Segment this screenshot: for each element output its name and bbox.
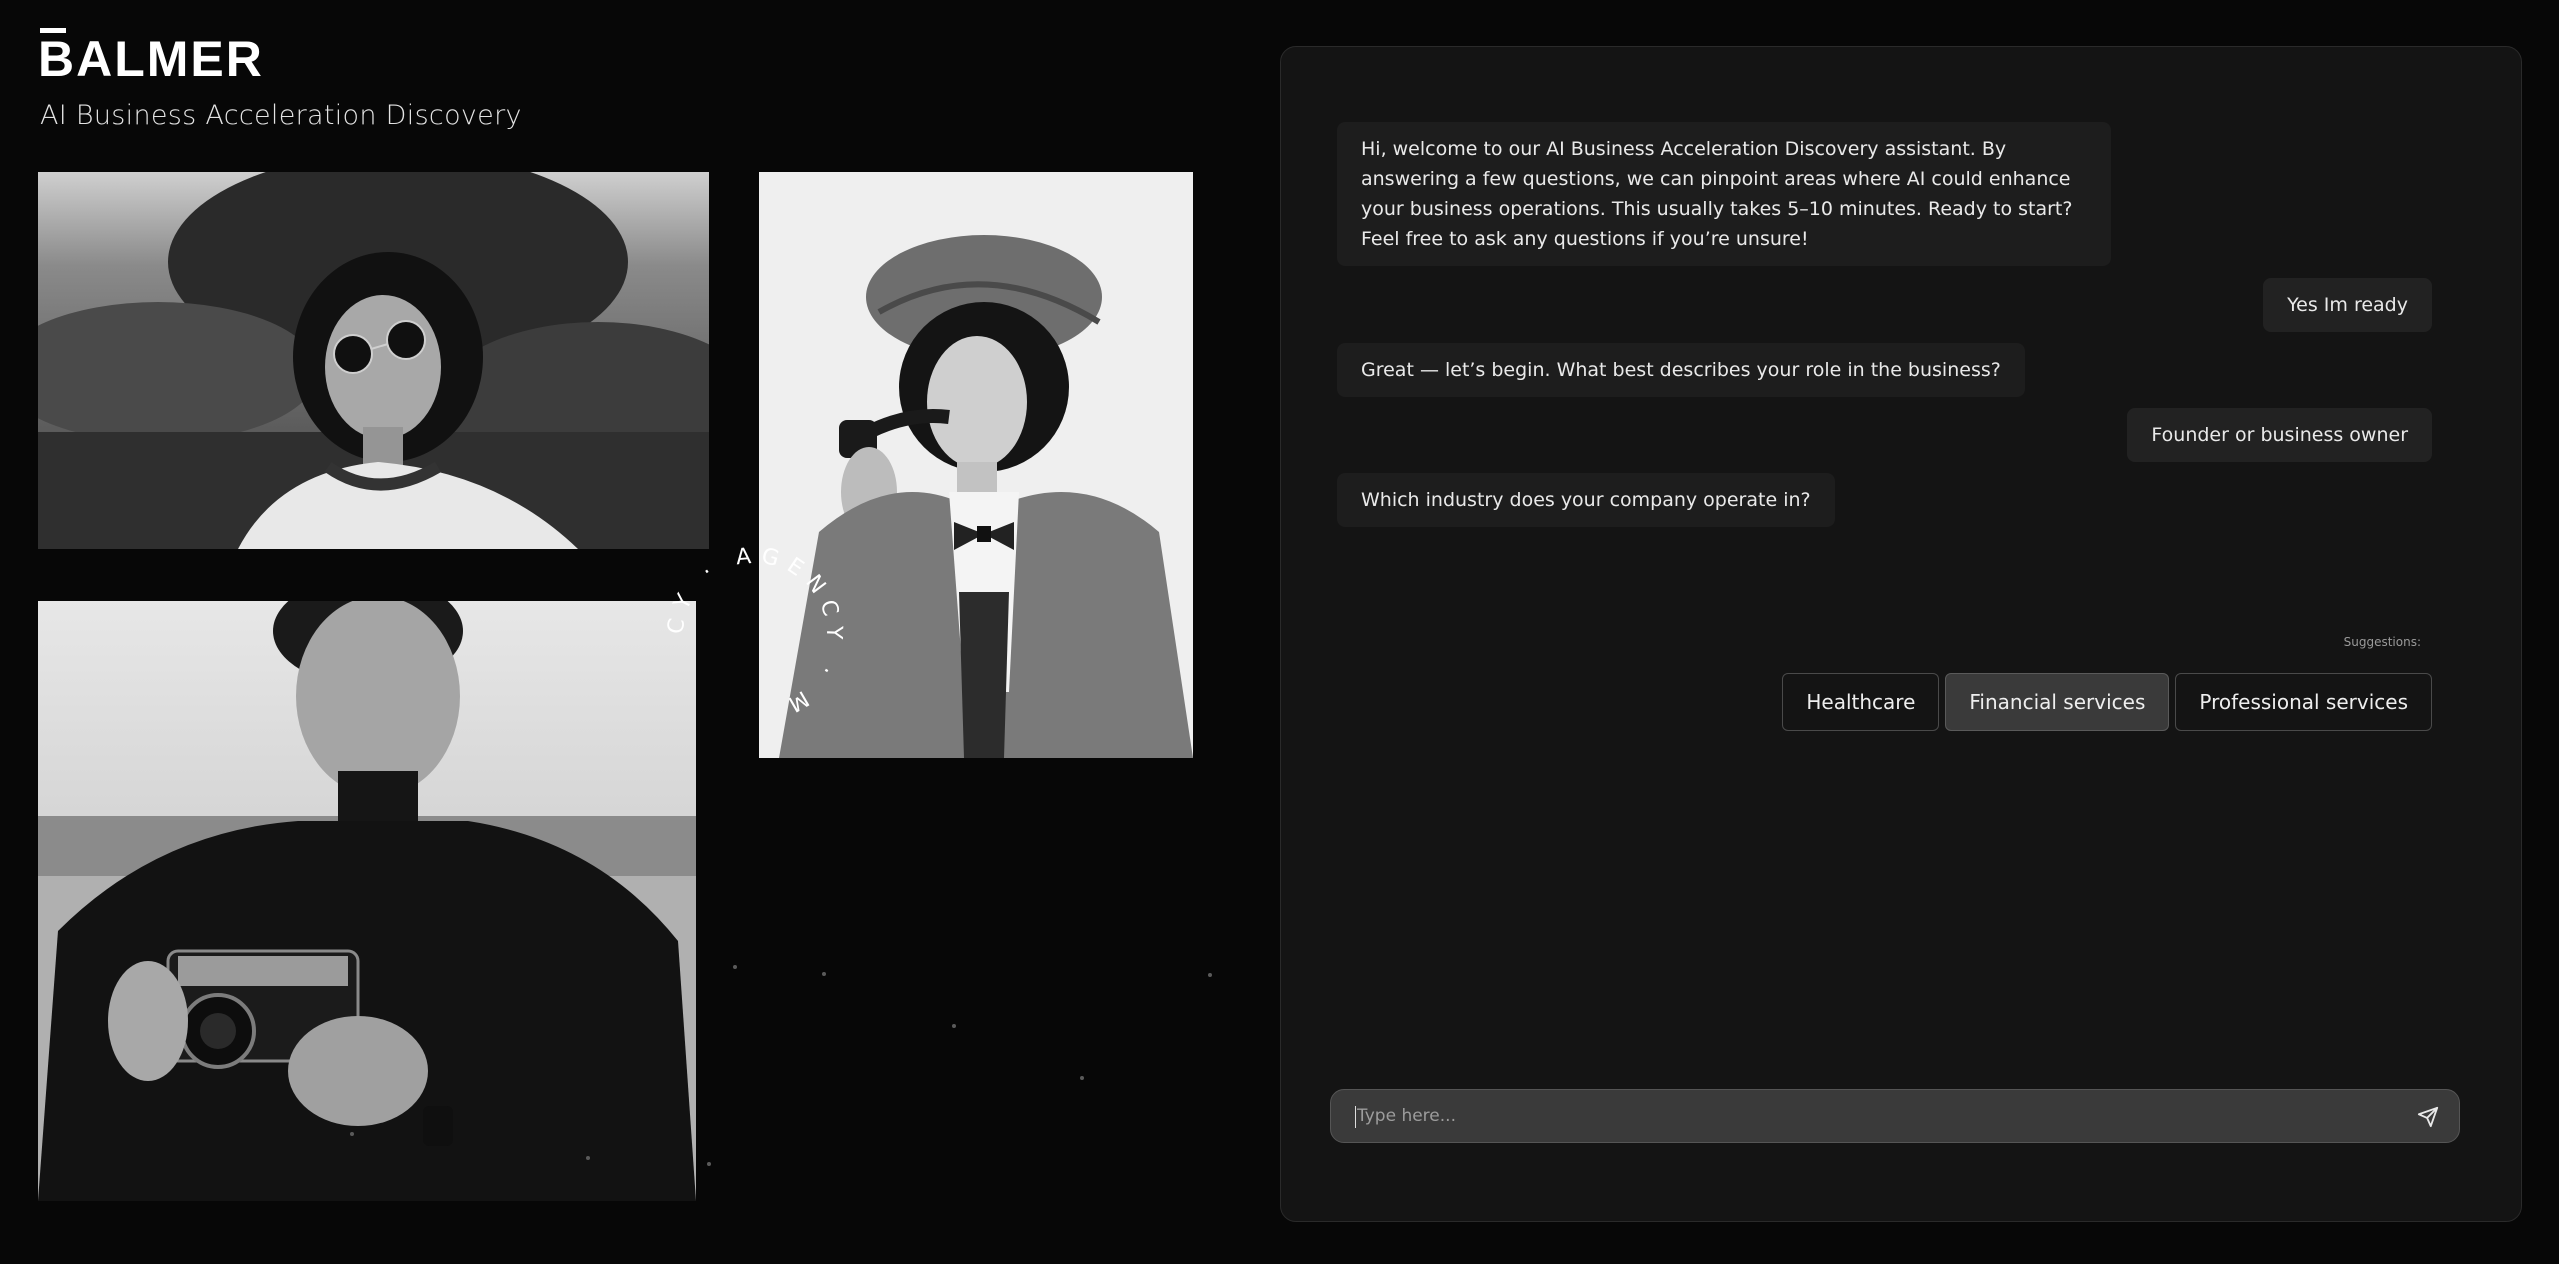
ring-text: CY · AGENCY · M — [663, 543, 837, 720]
suggestion-chip-professional-services[interactable]: Professional services — [2175, 673, 2432, 731]
brand-name: BALMER — [38, 31, 264, 87]
particle-dot — [822, 972, 826, 976]
particle-dot — [350, 1132, 354, 1136]
send-icon — [2417, 1106, 2439, 1128]
particle-dot — [586, 1156, 590, 1160]
chat-panel: Hi, welcome to our AI Business Accelerat… — [1280, 46, 2522, 1222]
assistant-message: Which industry does your company operate… — [1337, 473, 1835, 527]
message-input[interactable] — [1355, 1090, 2375, 1142]
suggestion-chip-healthcare[interactable]: Healthcare — [1782, 673, 1940, 731]
particle-dot — [1080, 1076, 1084, 1080]
assistant-message: Great — let’s begin. What best describes… — [1337, 343, 2025, 397]
assistant-message: Hi, welcome to our AI Business Accelerat… — [1337, 122, 2111, 266]
particle-dot — [733, 965, 737, 969]
particle-dot — [707, 1162, 711, 1166]
send-button[interactable] — [2413, 1102, 2443, 1132]
agency-ring-text: CY · AGENCY · M — [663, 543, 846, 720]
brand-logo: BALMER — [38, 28, 268, 87]
suggestion-chip-financial-services[interactable]: Financial services — [1945, 673, 2170, 731]
message-input-bar — [1330, 1089, 2460, 1143]
particle-dot — [952, 1024, 956, 1028]
suggestion-chips: Healthcare Financial services Profession… — [1782, 673, 2432, 731]
suggestions-label: Suggestions: — [2343, 635, 2421, 649]
user-message: Yes Im ready — [2263, 278, 2432, 332]
svg-text:CY · AGENCY · M: CY · AGENCY · M — [663, 543, 846, 720]
page-subtitle: AI Business Acceleration Discovery — [40, 100, 522, 131]
photo-man-camera — [38, 601, 696, 1201]
particle-dot — [1208, 973, 1212, 977]
user-message: Founder or business owner — [2127, 408, 2432, 462]
photo-woman-sunglasses — [38, 172, 709, 549]
